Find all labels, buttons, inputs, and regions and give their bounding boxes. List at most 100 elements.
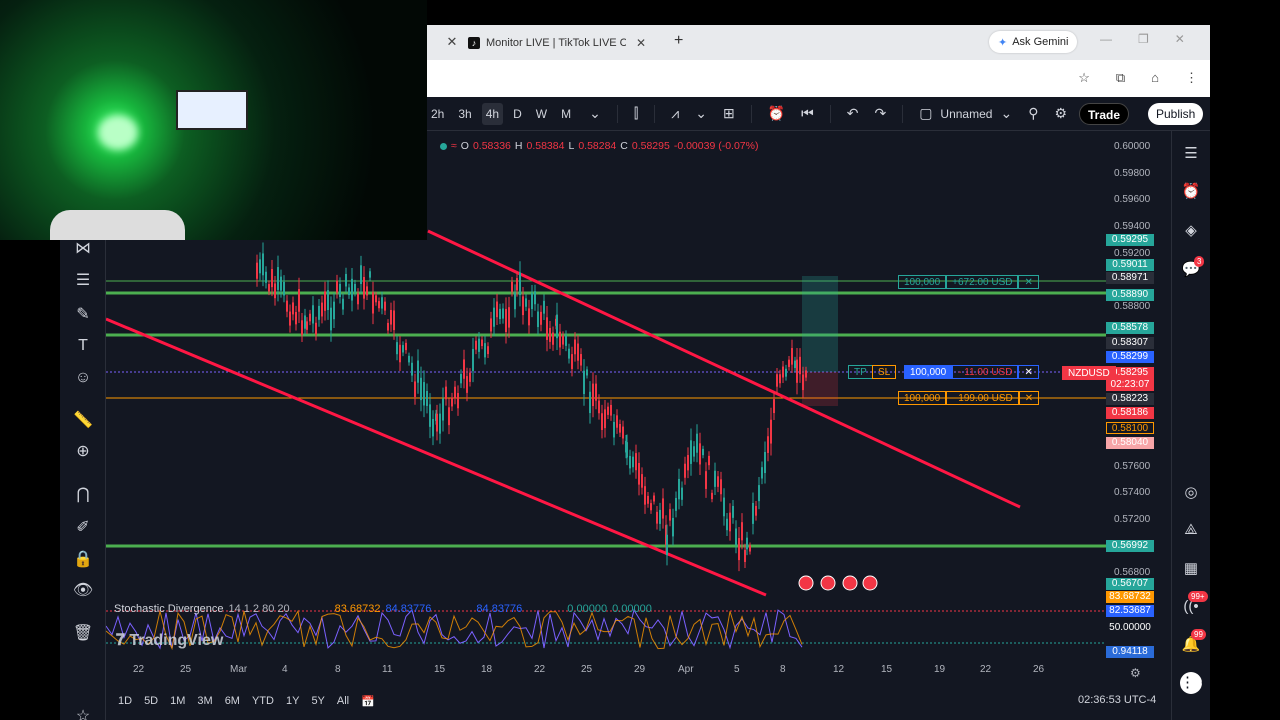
candle-body xyxy=(445,386,447,400)
interval-4h[interactable]: 4h xyxy=(481,102,504,125)
close-window-icon[interactable]: ✕ xyxy=(1175,32,1185,46)
replay-icon[interactable]: ⏮ xyxy=(801,105,814,122)
zoom-in-icon[interactable]: ⊕ xyxy=(72,441,94,463)
cast-icon[interactable]: ⧉ xyxy=(1116,70,1125,86)
position-label-sl[interactable]: 100,000 - 199.00 USD ✕ xyxy=(898,391,1040,405)
candle-body xyxy=(399,344,401,363)
redo-icon[interactable]: ↷ xyxy=(874,105,886,122)
time-axis[interactable]: 22 25 Mar 4 8 11 15 18 22 25 29 Apr 5 8 12 15 19 22 26 xyxy=(106,664,1106,680)
wave-icon[interactable]: ≈ xyxy=(451,140,457,152)
tp-label: TP xyxy=(848,365,873,379)
candle-body xyxy=(283,281,285,296)
position-label-current[interactable]: 100,000 - 11.00 USD ✕ xyxy=(904,365,1039,379)
price-scale-label: 0.60000 xyxy=(1114,141,1151,152)
undo-icon[interactable]: ↶ xyxy=(847,105,859,122)
layout-icon[interactable]: ▢ xyxy=(919,105,932,122)
eye-icon[interactable]: 👁 xyxy=(72,580,94,602)
interval-d[interactable]: D xyxy=(509,103,526,125)
search-icon[interactable]: ⚲ xyxy=(1028,105,1038,122)
interval-3h[interactable]: 3h xyxy=(454,103,475,125)
trade-button[interactable]: Trade xyxy=(1079,103,1130,125)
publish-button[interactable]: Publish xyxy=(1148,103,1204,125)
pattern-tool-icon[interactable]: ⋈ xyxy=(72,238,94,260)
date-tick: 4 xyxy=(282,664,288,675)
candle-body xyxy=(475,340,477,350)
address-bar[interactable]: ☆ ⧉ ⌂ ⋮ xyxy=(427,60,1210,97)
ideas-icon[interactable]: ⟁ xyxy=(1180,519,1202,541)
candle-body xyxy=(568,348,570,359)
close-position-icon[interactable]: ✕ xyxy=(1018,391,1040,405)
stochastic-legend: Stochastic Divergence 14 1 2 80 20 83.68… xyxy=(114,603,652,615)
layers-icon[interactable]: ◈ xyxy=(1180,220,1202,242)
position-pnl: - 11.00 USD xyxy=(952,365,1019,379)
close-icon[interactable]: ✕ xyxy=(444,33,460,51)
candle-body xyxy=(451,397,453,407)
layout-name[interactable]: Unnamed xyxy=(940,107,992,121)
axis-settings-icon[interactable]: ⚙ xyxy=(1130,666,1141,680)
range-1d[interactable]: 1D xyxy=(118,695,132,707)
interval-m[interactable]: M xyxy=(557,103,575,125)
high-value: 0.58384 xyxy=(526,140,565,152)
candle-body xyxy=(396,342,398,355)
close-position-icon[interactable]: ✕ xyxy=(1018,275,1039,289)
tab-close-icon[interactable]: ✕ xyxy=(636,36,646,50)
incognito-icon[interactable]: ⌂ xyxy=(1151,70,1159,86)
position-label-tp[interactable]: 100,000 +672.00 USD ✕ xyxy=(898,275,1039,289)
sl-button[interactable]: SL xyxy=(872,365,897,379)
candle-body xyxy=(336,280,338,293)
range-5d[interactable]: 5D xyxy=(144,695,158,707)
candle-body xyxy=(531,293,533,310)
templates-icon[interactable]: ⊞ xyxy=(723,105,735,122)
bookmark-star-icon[interactable]: ☆ xyxy=(1078,70,1090,86)
ask-gemini-button[interactable]: ✦ Ask Gemini xyxy=(989,31,1078,53)
range-ytd[interactable]: YTD xyxy=(252,695,274,707)
price-scale[interactable]: 0.60000 0.59800 0.59600 0.59400 0.59200 0.588… xyxy=(1106,131,1171,661)
indicator-name[interactable]: Stochastic Divergence xyxy=(114,603,223,615)
magnet-icon[interactable]: ⋂ xyxy=(72,484,94,506)
candle-body xyxy=(298,289,300,312)
alerts-clock-icon[interactable]: ⏰ xyxy=(1180,181,1202,203)
watchlist-icon[interactable]: ☰ xyxy=(1180,143,1202,165)
new-tab-icon[interactable]: + xyxy=(674,32,683,50)
range-1y[interactable]: 1Y xyxy=(286,695,299,707)
alert-icon[interactable]: ⏰ xyxy=(768,105,785,122)
restore-icon[interactable]: ❐ xyxy=(1138,32,1149,46)
tp-button[interactable]: TP xyxy=(848,365,873,379)
indicators-icon[interactable]: ⩘ xyxy=(671,105,679,122)
stay-drawing-icon[interactable]: ✐ xyxy=(72,517,94,539)
range-1m[interactable]: 1M xyxy=(170,695,185,707)
chevron-down-icon[interactable]: ⌄ xyxy=(589,105,601,122)
browser-tab[interactable]: ♪ Monitor LIVE | TikTok LIVE Cent ✕ xyxy=(468,30,664,56)
lock-icon[interactable]: 🔒 xyxy=(72,549,94,571)
candle-body xyxy=(327,290,329,311)
close-position-icon[interactable]: ✕ xyxy=(1018,365,1039,379)
chevron-down-icon[interactable]: ⌄ xyxy=(695,105,707,122)
range-5y[interactable]: 5Y xyxy=(311,695,324,707)
minimize-icon[interactable]: — xyxy=(1100,32,1112,46)
date-range-icon[interactable]: 📅 xyxy=(361,695,375,708)
clock[interactable]: 02:36:53 UTC-4 xyxy=(1078,694,1156,706)
ruler-icon[interactable]: 📏 xyxy=(72,410,94,432)
candle-body xyxy=(696,433,698,453)
range-all[interactable]: All xyxy=(337,695,349,707)
apps-grid-icon[interactable]: ⋮⋮ xyxy=(1180,672,1210,694)
interval-w[interactable]: W xyxy=(532,103,551,125)
chevron-down-icon[interactable]: ⌄ xyxy=(1000,105,1012,122)
fib-tool-icon[interactable]: ☰ xyxy=(72,270,94,292)
divider xyxy=(616,104,618,123)
candles-icon[interactable]: ⫿ xyxy=(634,105,638,122)
settings-icon[interactable]: ⚙ xyxy=(1054,105,1067,122)
favorite-star-icon[interactable]: ☆ xyxy=(72,706,94,720)
target-icon[interactable]: ◎ xyxy=(1180,482,1202,504)
calendar-icon[interactable]: ▦ xyxy=(1180,558,1202,580)
trash-icon[interactable]: 🗑 xyxy=(72,623,94,645)
menu-dots-icon[interactable]: ⋮ xyxy=(1185,70,1198,86)
brush-tool-icon[interactable]: ✎ xyxy=(72,304,94,326)
range-6m[interactable]: 6M xyxy=(225,695,240,707)
emoji-tool-icon[interactable]: ☺ xyxy=(72,367,94,389)
chair xyxy=(50,210,185,240)
indicator-value: 0.00000 xyxy=(567,603,608,615)
range-3m[interactable]: 3M xyxy=(197,695,212,707)
text-tool-icon[interactable]: T xyxy=(72,335,94,357)
interval-2h[interactable]: 2h xyxy=(427,103,448,125)
